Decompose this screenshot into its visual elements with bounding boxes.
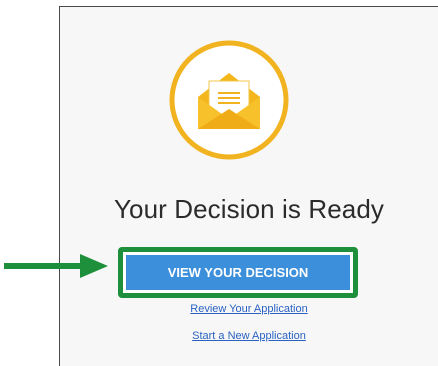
envelope-letter-icon — [168, 39, 290, 161]
review-application-link[interactable]: Review Your Application — [60, 303, 438, 315]
view-decision-highlight: VIEW YOUR DECISION — [118, 247, 358, 298]
view-decision-button[interactable]: VIEW YOUR DECISION — [126, 255, 350, 290]
screenshot-stage: Your Decision is Ready VIEW YOUR DECISIO… — [0, 0, 438, 366]
decision-card: Your Decision is Ready VIEW YOUR DECISIO… — [59, 6, 438, 366]
pointer-arrow-icon — [4, 254, 108, 278]
new-application-link[interactable]: Start a New Application — [60, 330, 438, 342]
decision-title: Your Decision is Ready — [113, 194, 385, 224]
